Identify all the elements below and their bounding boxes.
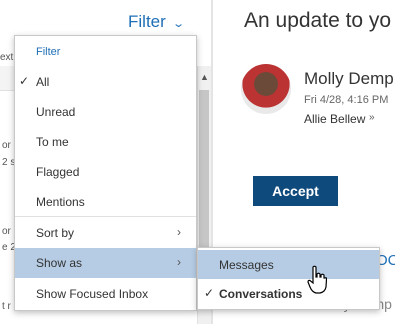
checkmark-icon: ✓ [19,74,30,88]
filter-menu: Filter ✓ All Unread To me Flagged Mentio… [14,35,197,311]
menu-item-label: Show Focused Inbox [36,287,149,301]
filter-button[interactable]: Filter ⌄ [128,10,185,34]
menu-item-label: Show as [36,256,83,270]
chevron-right-icon: › [177,225,181,239]
chevron-down-icon: ⌄ [171,17,185,30]
menu-item-label: All [36,75,50,89]
filter-label: Filter [128,12,166,31]
menu-item-show-as[interactable]: Show as › [15,248,196,278]
menu-item-label: Conversations [219,287,303,301]
menu-item-to-me[interactable]: To me [15,127,196,157]
menu-item-unread[interactable]: Unread [15,97,196,127]
sent-date: Fri 4/28, 4:16 PM [304,94,389,106]
avatar[interactable] [241,64,291,114]
menu-item-label: Sort by [36,226,75,240]
menu-heading: Filter [36,46,61,58]
sender-name[interactable]: Molly Demp [304,69,394,89]
chevron-right-icon: › [177,255,181,269]
menu-item-label: To me [36,135,69,149]
submenu-item-messages[interactable]: Messages [198,250,379,279]
submenu-item-conversations[interactable]: ✓ Conversations [198,279,379,307]
hand-cursor-icon [307,265,327,294]
menu-item-mentions[interactable]: Mentions [15,187,196,217]
list-fragment: ext [0,52,14,63]
accept-button[interactable]: Accept [253,176,338,206]
menu-item-sort-by[interactable]: Sort by › [15,218,196,248]
menu-item-label: Mentions [36,195,85,209]
message-subject: An update to yo [244,9,392,32]
menu-item-show-focused-inbox[interactable]: Show Focused Inbox [15,279,196,309]
menu-item-label: Flagged [36,165,80,179]
menu-item-all[interactable]: ✓ All [15,67,196,97]
recipient-name[interactable]: Allie Bellew [304,112,365,126]
scroll-up-arrow-icon[interactable]: ▲ [200,72,209,82]
expand-recipients-icon[interactable]: » [369,112,375,123]
menu-separator [15,216,196,217]
menu-item-flagged[interactable]: Flagged [15,157,196,187]
menu-item-label: Unread [36,105,76,119]
menu-item-label: Messages [219,258,274,272]
checkmark-icon: ✓ [204,286,215,300]
show-as-submenu: Messages ✓ Conversations [197,247,380,310]
